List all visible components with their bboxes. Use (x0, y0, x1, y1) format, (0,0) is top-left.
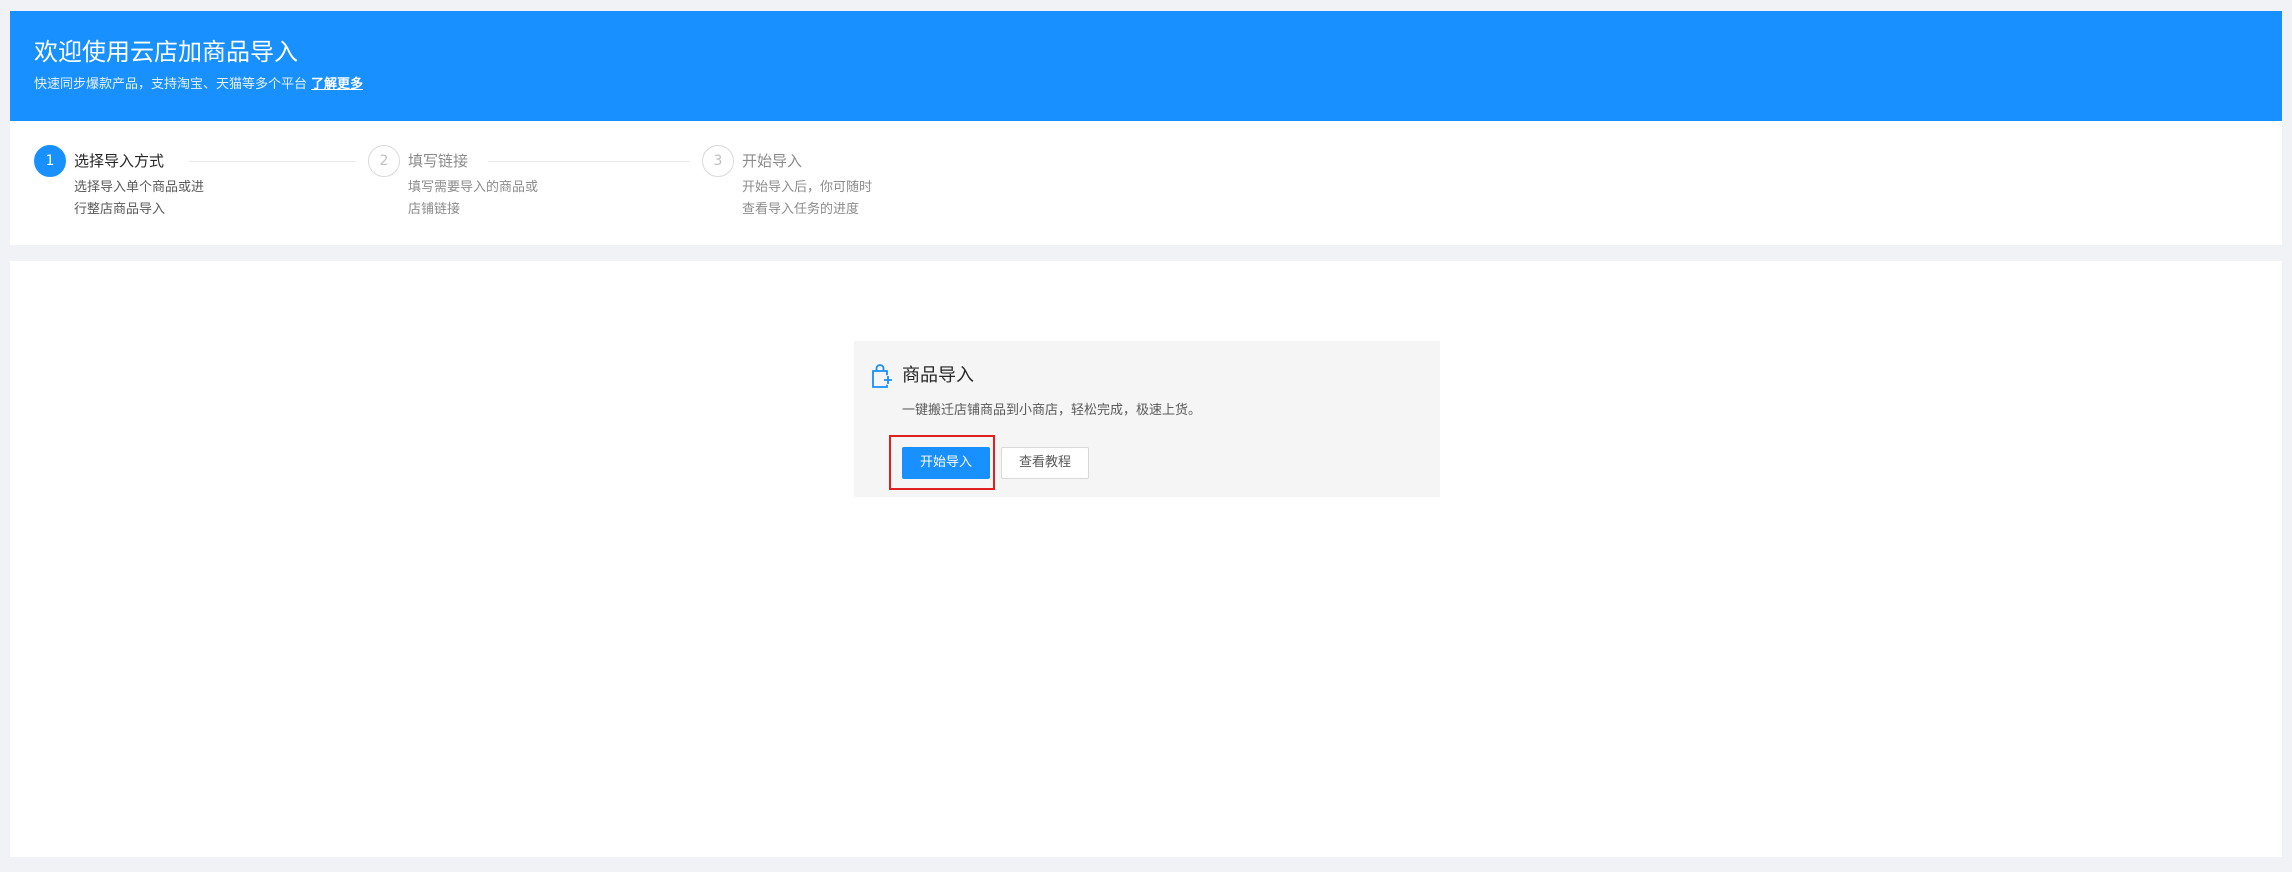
step-3-number: 3 (702, 145, 734, 177)
step-1: 1 选择导入方式 选择导入单个商品或进 行整店商品导入 (34, 145, 368, 235)
steps-panel: 1 选择导入方式 选择导入单个商品或进 行整店商品导入 2 填写链接 填写需要导… (10, 121, 2282, 245)
step-1-desc-line2: 行整店商品导入 (74, 202, 166, 217)
step-2-number: 2 (368, 145, 400, 177)
view-tutorial-button[interactable]: 查看教程 (1001, 447, 1089, 479)
learn-more-link[interactable]: 了解更多 (311, 77, 363, 92)
step-3-desc-line2: 查看导入任务的进度 (742, 202, 860, 217)
step-2-desc: 填写需要导入的商品或 店铺链接 (408, 177, 568, 221)
step-2: 2 填写链接 填写需要导入的商品或 店铺链接 (368, 145, 702, 235)
step-3-title: 开始导入 (742, 152, 803, 170)
card-description: 一键搬迁店铺商品到小商店，轻松完成，极速上货。 (902, 403, 1202, 418)
step-3: 3 开始导入 开始导入后，你可随时 查看导入任务的进度 (702, 145, 902, 235)
step-1-desc-line1: 选择导入单个商品或进 (74, 180, 205, 195)
main-panel: 商品导入 一键搬迁店铺商品到小商店，轻松完成，极速上货。 开始导入 查看教程 (10, 261, 2282, 857)
step-1-desc: 选择导入单个商品或进 行整店商品导入 (74, 177, 234, 221)
step-2-title: 填写链接 (408, 152, 469, 170)
shopping-bag-plus-icon (872, 364, 893, 388)
start-import-button[interactable]: 开始导入 (902, 447, 990, 479)
step-3-desc-line1: 开始导入后，你可随时 (742, 180, 873, 195)
banner-title: 欢迎使用云店加商品导入 (34, 38, 298, 66)
step-connector (189, 161, 356, 162)
step-2-desc-line2: 店铺链接 (408, 202, 461, 217)
card-title: 商品导入 (902, 365, 974, 386)
step-1-number: 1 (34, 145, 66, 177)
step-3-desc: 开始导入后，你可随时 查看导入任务的进度 (742, 177, 902, 221)
banner-subtitle: 快速同步爆款产品，支持淘宝、天猫等多个平台 了解更多 (34, 75, 363, 95)
welcome-banner: 欢迎使用云店加商品导入 快速同步爆款产品，支持淘宝、天猫等多个平台 了解更多 (10, 11, 2282, 121)
step-1-title: 选择导入方式 (74, 152, 165, 170)
banner-subtitle-text: 快速同步爆款产品，支持淘宝、天猫等多个平台 (34, 77, 308, 92)
product-import-card: 商品导入 一键搬迁店铺商品到小商店，轻松完成，极速上货。 开始导入 查看教程 (854, 341, 1440, 497)
step-2-desc-line1: 填写需要导入的商品或 (408, 180, 539, 195)
step-connector (488, 161, 690, 162)
